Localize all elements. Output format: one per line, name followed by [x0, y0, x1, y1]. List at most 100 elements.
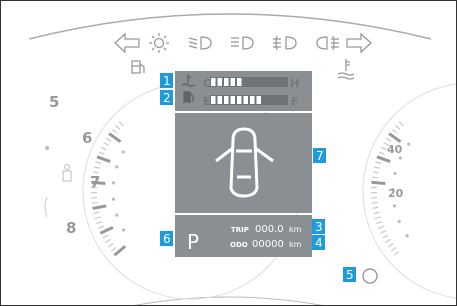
tachometer-tick — [95, 161, 102, 165]
speedometer-tick — [394, 250, 400, 256]
speedometer-tick — [371, 201, 378, 204]
speedometer-tick — [395, 124, 401, 130]
coolant-temperature-warning-icon — [337, 59, 355, 80]
tachometer-dot — [111, 197, 116, 201]
instrument-cluster: 5 6 7 8 40 20 C H E F P TRIP 000.0 km ODO 0… — [0, 0, 457, 306]
temperature-low-label: C — [203, 77, 211, 90]
low-fuel-warning-icon — [131, 60, 145, 74]
tachometer-tick — [96, 221, 103, 225]
tachometer-tick — [93, 211, 100, 215]
tachometer-tick — [104, 238, 111, 244]
tachometer-tick — [103, 141, 110, 146]
speedometer-tick — [382, 234, 389, 239]
tachometer-tick — [111, 128, 118, 134]
fuel-empty-label: E — [203, 95, 211, 108]
tachometer-label: 5 — [49, 93, 59, 111]
front-fog-light-icon — [273, 35, 297, 51]
callout-label-4: 4 — [315, 236, 323, 250]
speedometer-dot — [407, 142, 411, 146]
gauge-segment — [237, 96, 242, 104]
speedometer-tick — [371, 176, 378, 179]
trip-value: 000.0 — [255, 224, 284, 235]
trip-label: TRIP — [231, 226, 249, 234]
cluster-hood-line — [28, 13, 432, 40]
speedometer-tick — [387, 243, 394, 248]
gauge-segment — [224, 96, 229, 104]
position-light-icon — [149, 33, 169, 53]
callout-label-6: 6 — [163, 232, 171, 246]
turn-right-arrow-icon — [346, 32, 372, 54]
temperature-high-label: H — [290, 77, 299, 90]
speedometer-tick — [374, 216, 381, 220]
odo-value: 00000 — [252, 239, 284, 250]
low-beam-icon — [188, 36, 212, 50]
tachometer-dot — [115, 165, 119, 169]
speedometer-tick — [391, 128, 398, 134]
speedometer-dot — [393, 171, 397, 176]
tachometer-tick — [115, 124, 121, 130]
tachometer-tick — [102, 234, 109, 239]
callout-label-5: 5 — [346, 268, 354, 282]
tachometer-tick — [92, 204, 107, 210]
speedometer-tick — [371, 180, 386, 185]
tachometer-dot — [121, 228, 126, 232]
tachometer-tick — [91, 201, 98, 204]
speedometer-dot — [397, 219, 401, 224]
speedometer-dot — [392, 204, 397, 208]
gauge-segment — [250, 96, 255, 104]
odo-unit: km — [289, 240, 302, 249]
trip-reset-button[interactable] — [362, 268, 378, 284]
speedometer-tick — [373, 166, 380, 169]
tachometer-tick — [96, 155, 111, 163]
tachometer-label: 8 — [66, 219, 76, 237]
airbag-warning-icon — [62, 164, 72, 182]
gear-position-indicator: P — [187, 230, 199, 254]
callout-label-3: 3 — [315, 220, 323, 234]
tachometer-tick — [110, 247, 117, 252]
gauge-segment — [256, 96, 261, 104]
odo-label: ODO — [230, 241, 248, 249]
speedometer-tick — [375, 161, 382, 165]
gauge-segment — [217, 96, 222, 104]
speedometer-rim — [362, 83, 456, 299]
speedometer-tick — [398, 121, 404, 127]
speedometer-dot — [405, 234, 409, 238]
gauge-segment — [224, 78, 229, 86]
speedometer-tick — [376, 221, 383, 225]
turn-left-arrow-icon — [114, 32, 140, 54]
tachometer-tick — [99, 225, 114, 235]
gauge-segment — [211, 96, 216, 104]
gauge-segment — [237, 78, 242, 86]
cluster-drawing: 5 6 7 8 40 20 C H E F P TRIP 000.0 km ODO 00… — [28, 13, 456, 305]
speedometer-tick — [372, 206, 379, 209]
callout-label-7: 7 — [316, 149, 324, 163]
gauge-segment — [243, 96, 248, 104]
high-beam-icon — [231, 36, 254, 50]
tachometer-tick — [93, 166, 100, 169]
speedometer-tick — [373, 211, 380, 215]
speedometer-tick — [378, 225, 385, 230]
tachometer-tick — [98, 151, 105, 155]
callout-label-2: 2 — [163, 91, 171, 105]
gauge-segment — [230, 96, 235, 104]
gauge-segment — [217, 78, 222, 86]
speedometer-gauge: 40 20 — [362, 83, 456, 299]
tachometer-tick — [118, 121, 124, 127]
speedometer-tick — [380, 146, 387, 151]
tachometer-label: 6 — [82, 129, 92, 147]
tachometer-tick — [113, 245, 127, 257]
speedometer-tick — [384, 238, 391, 244]
gauge-segment — [230, 78, 235, 86]
seatbelt-warning-icon — [44, 196, 48, 218]
indicator-dot-icon — [45, 146, 49, 150]
callout-label-1: 1 — [163, 74, 171, 88]
tachometer-dot — [115, 213, 119, 217]
speedometer-tick — [390, 247, 397, 252]
speedometer-label: 40 — [387, 143, 403, 156]
speedometer-tick — [380, 230, 387, 234]
fuel-full-label: F — [291, 95, 299, 108]
speedometer-tick — [372, 171, 379, 174]
cluster-bottom-line — [134, 296, 323, 305]
tachometer-label: 7 — [90, 173, 100, 191]
speedometer-label: 20 — [388, 187, 404, 200]
